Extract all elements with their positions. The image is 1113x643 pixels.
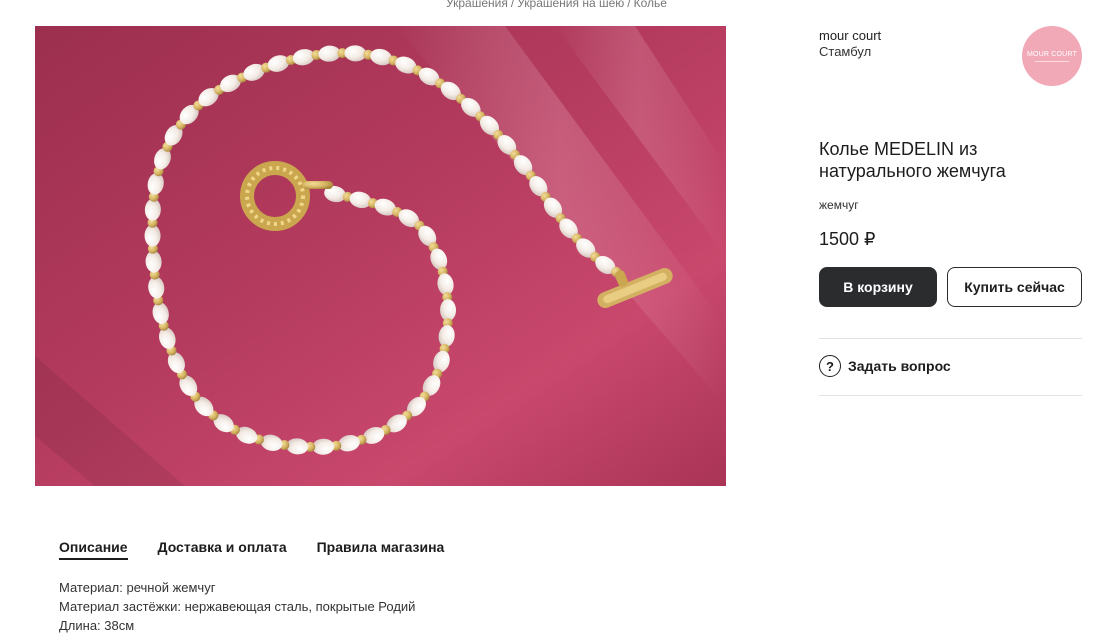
divider xyxy=(819,338,1082,339)
ask-question-label: Задать вопрос xyxy=(848,358,951,374)
question-icon: ? xyxy=(819,355,841,377)
seller-info: mour court Стамбул xyxy=(819,28,881,60)
product-description: Материал: речной жемчуг Материал застёжк… xyxy=(59,578,415,635)
necklace-image xyxy=(35,26,726,486)
seller-logo-text: MOUR COURT xyxy=(1026,50,1078,58)
divider xyxy=(819,395,1082,396)
breadcrumb-item-necklaces[interactable]: Колье xyxy=(634,0,667,10)
product-tabs: Описание Доставка и оплата Правила магаз… xyxy=(59,539,474,560)
breadcrumb-item-jewelry[interactable]: Украшения xyxy=(446,0,508,10)
breadcrumb-item-neck-jewelry[interactable]: Украшения на шею xyxy=(517,0,624,10)
product-price: 1500 ₽ xyxy=(819,229,876,249)
logo-divider xyxy=(1035,60,1069,62)
product-title: Колье MEDELIN из натурального жемчуга xyxy=(819,139,1006,181)
ask-question-button[interactable]: ? Задать вопрос xyxy=(819,355,951,377)
breadcrumb-separator: / xyxy=(627,0,631,10)
description-line: Длина: 38см xyxy=(59,618,135,633)
tab-description[interactable]: Описание xyxy=(59,539,128,560)
breadcrumb-separator: / xyxy=(510,0,515,10)
description-line: Материал: речной жемчуг xyxy=(59,580,216,595)
seller-avatar[interactable]: MOUR COURT xyxy=(1022,26,1082,86)
seller-name[interactable]: mour court xyxy=(819,28,881,44)
tab-shop-rules[interactable]: Правила магазина xyxy=(317,539,445,560)
description-line: Материал застёжки: нержавеющая сталь, по… xyxy=(59,599,416,614)
product-tag[interactable]: жемчуг xyxy=(819,198,859,212)
tab-delivery-payment[interactable]: Доставка и оплата xyxy=(158,539,287,560)
seller-city: Стамбул xyxy=(819,44,872,59)
breadcrumb: Украшения / Украшения на шею / Колье xyxy=(0,0,1113,10)
add-to-cart-button[interactable]: В корзину xyxy=(819,267,937,307)
buy-now-button[interactable]: Купить сейчас xyxy=(947,267,1082,307)
product-page: Украшения / Украшения на шею / Колье mou… xyxy=(0,0,1113,643)
product-photo[interactable] xyxy=(35,26,726,486)
